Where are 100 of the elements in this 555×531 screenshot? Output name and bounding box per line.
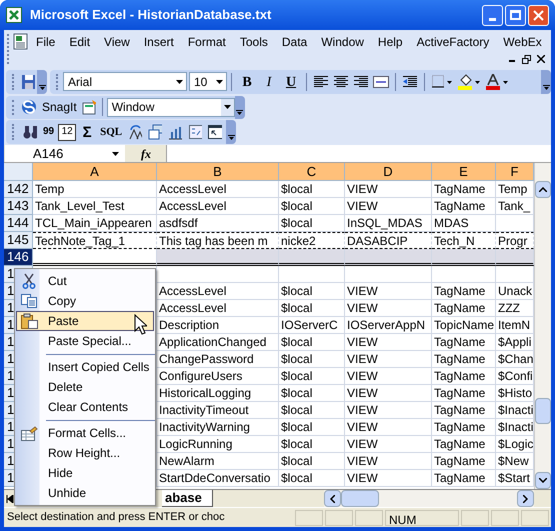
snagit-logo-icon[interactable] [21, 99, 37, 115]
font-size-dropdown[interactable]: 10 [189, 72, 227, 91]
table-cell: TechNote_Tag_1 [33, 232, 157, 249]
menu-item[interactable]: WebEx [496, 33, 549, 51]
menu-item[interactable]: View [97, 33, 137, 51]
row-header[interactable]: 142 [4, 181, 33, 198]
font-dropdown[interactable]: Arial [63, 72, 187, 91]
table-cell: TagName [432, 385, 496, 402]
window-icon[interactable] [206, 122, 224, 142]
table-cell: TagName [432, 470, 496, 487]
italic-button[interactable]: I [258, 72, 280, 92]
table-cell: TagName [432, 436, 496, 453]
name-box[interactable]: A146 [5, 145, 125, 162]
column-header[interactable]: A [33, 163, 157, 181]
row-header[interactable]: 143 [4, 198, 33, 215]
window-title: Microsoft Excel - HistorianDatabase.txt [30, 6, 272, 24]
table-cell: $local [279, 402, 345, 419]
menu-item[interactable]: Copy [16, 291, 154, 311]
toolbar-options-icon[interactable] [38, 84, 46, 90]
menu-item[interactable]: Row Height... [16, 443, 154, 463]
menu-item[interactable]: Data [274, 33, 314, 51]
scroll-up-button[interactable] [535, 181, 551, 198]
menu-item[interactable]: Cut [16, 271, 154, 291]
table-cell: AccessLevel [157, 283, 279, 300]
sql-button[interactable]: SQL [98, 122, 124, 142]
column-header[interactable]: E [432, 163, 496, 181]
capture-icon[interactable] [80, 97, 98, 117]
row-header[interactable]: 144 [4, 215, 33, 232]
menu-item[interactable]: Insert Copied Cells [16, 357, 154, 377]
table-cell: NewAlarm [157, 453, 279, 470]
restore-icon[interactable] [522, 54, 531, 64]
sheet-tab[interactable]: abase [162, 490, 213, 506]
menu-item[interactable]: Paste Special... [16, 331, 154, 351]
toolbar-options-icon[interactable] [542, 84, 550, 90]
form-icon[interactable] [186, 122, 204, 142]
dropdown-arrow-icon[interactable] [112, 152, 119, 156]
menu-item[interactable]: Tools [232, 33, 275, 51]
dropdown-arrow-icon[interactable] [224, 105, 231, 109]
menu-item[interactable]: Paste [16, 311, 154, 331]
table-cell: VIEW [345, 436, 432, 453]
formula-field[interactable] [166, 145, 551, 162]
underline-button[interactable]: U [280, 72, 302, 92]
calendar-button[interactable]: 12 [58, 124, 76, 140]
table-cell: InactivityTimeout [157, 402, 279, 419]
table-cell: $local [279, 351, 345, 368]
copy-icon [21, 294, 37, 308]
table-cell [279, 249, 345, 266]
toolbar-options-icon[interactable] [228, 135, 235, 140]
row-header[interactable]: 146 [4, 249, 33, 266]
toolbar-options-icon[interactable] [236, 110, 244, 114]
horizontal-scrollbar[interactable] [324, 490, 534, 507]
table-cell: Tank_Level_Test [33, 198, 157, 215]
fill-color-icon[interactable] [455, 72, 483, 92]
table-cell: $New [496, 453, 534, 470]
table-cell: VIEW [345, 181, 432, 198]
menu-item[interactable]: Window [314, 33, 371, 51]
counter-button[interactable]: 99 [41, 122, 56, 142]
profile-dropdown[interactable]: Window [106, 98, 235, 116]
font-color-icon[interactable] [483, 72, 511, 92]
close-button[interactable] [528, 4, 549, 26]
column-header[interactable]: B [157, 163, 279, 181]
menu-item[interactable]: Hide [16, 463, 154, 483]
table-cell: $Inacti [496, 402, 534, 419]
scroll-thumb[interactable] [535, 398, 551, 424]
column-header[interactable]: D [345, 163, 432, 181]
scroll-thumb[interactable] [341, 490, 379, 507]
sum-button[interactable]: Σ [78, 122, 96, 142]
status-panel [461, 510, 489, 526]
dropdown-arrow-icon[interactable] [216, 80, 223, 84]
table-cell: TagName [432, 283, 496, 300]
menu-item[interactable]: Format Cells... [16, 423, 154, 443]
column-header[interactable]: F [496, 163, 534, 181]
menu-item[interactable]: Insert [136, 33, 181, 51]
first-sheet-icon[interactable] [6, 494, 14, 502]
vertical-scrollbar[interactable] [534, 163, 551, 489]
table-cell: VIEW [345, 351, 432, 368]
snagit-label[interactable]: SnagIt [42, 98, 77, 116]
menu-item[interactable]: Unhide [16, 483, 154, 503]
table-cell: $local [279, 181, 345, 198]
table-cell: $Appli [496, 334, 534, 351]
dropdown-arrow-icon[interactable] [176, 80, 183, 84]
menu-item[interactable]: File [29, 33, 62, 51]
column-header[interactable]: C [279, 163, 345, 181]
table-cell: $local [279, 334, 345, 351]
menu-item[interactable]: Clear Contents [16, 397, 154, 417]
table-cell: $Logic [496, 436, 534, 453]
menu-item[interactable]: ActiveFactory [410, 33, 496, 51]
table-cell: Progr [496, 232, 534, 249]
menu-item[interactable]: Help [370, 33, 410, 51]
maximize-button[interactable] [505, 4, 526, 26]
minimize-button[interactable] [482, 4, 503, 26]
bold-button[interactable]: B [236, 72, 258, 92]
menu-item[interactable]: Edit [62, 33, 98, 51]
row-header[interactable]: 145 [4, 232, 33, 249]
scroll-down-button[interactable] [535, 472, 551, 489]
windows-icon[interactable] [146, 122, 164, 142]
close-icon[interactable] [537, 55, 545, 63]
menu-item[interactable]: Delete [16, 377, 154, 397]
menu-item[interactable]: Format [180, 33, 233, 51]
insert-function-label[interactable]: fx [126, 144, 166, 162]
